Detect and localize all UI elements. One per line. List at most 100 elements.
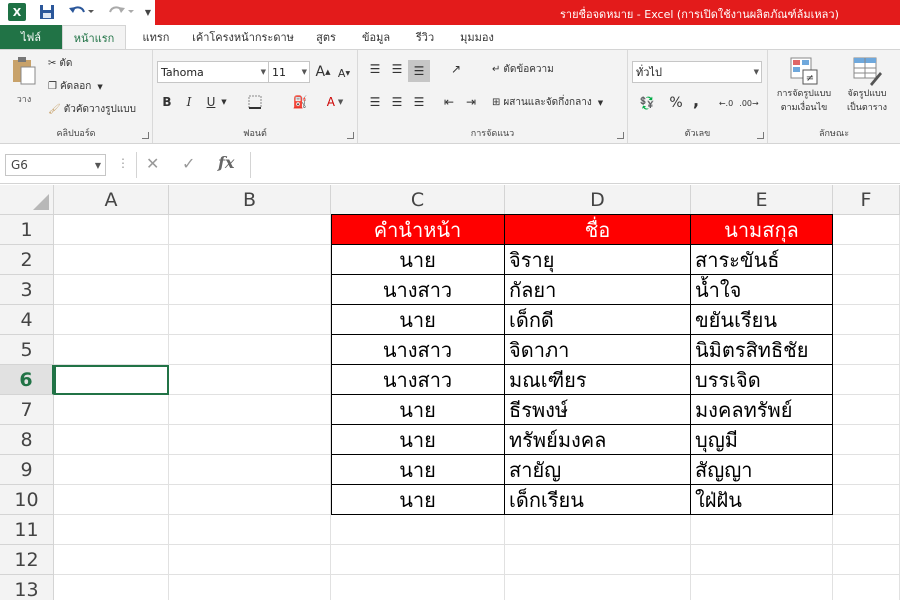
merge-center-button[interactable]: ⊞ ผสานและจัดกึ่งกลาง ▼ [492,95,603,110]
clipboard-launcher-icon[interactable] [142,132,149,139]
bold-button[interactable]: B [159,92,175,112]
font-size-select[interactable]: 11 ▼ [268,61,310,83]
font-color-button[interactable]: A ▼ [323,92,347,112]
align-middle-icon[interactable]: ☰ [388,60,406,78]
table-cell[interactable]: นางสาว [331,335,505,365]
table-cell[interactable]: มณเฑียร [505,365,691,395]
underline-chevron-down-icon[interactable]: ▼ [219,92,229,112]
table-cell[interactable]: นางสาว [331,365,505,395]
row-header-11[interactable]: 11 [0,515,54,545]
column-header-e[interactable]: E [691,185,833,215]
table-cell[interactable]: น้ำใจ [691,275,833,305]
row-header-13[interactable]: 13 [0,575,54,600]
table-cell[interactable]: สัญญา [691,455,833,485]
font-launcher-icon[interactable] [347,132,354,139]
table-cell[interactable]: มงคลทรัพย์ [691,395,833,425]
table-cell[interactable]: นาย [331,395,505,425]
table-cell[interactable]: นาย [331,245,505,275]
copy-button[interactable]: ❐ คัดลอก ▼ [48,79,103,94]
tab-view[interactable]: มุมมอง [452,25,502,49]
row-header-5[interactable]: 5 [0,335,54,365]
table-cell[interactable]: จิรายุ [505,245,691,275]
insert-function-icon[interactable]: fx [218,153,234,172]
row-header-4[interactable]: 4 [0,305,54,335]
borders-button[interactable] [245,92,265,112]
column-header-f[interactable]: F [833,185,900,215]
customize-toolbar-chevron-icon[interactable]: ▼ [142,2,154,22]
table-cell[interactable]: จิดาภา [505,335,691,365]
conditional-formatting-button[interactable]: ≠ การจัดรูปแบบ ตามเงื่อนไข [772,56,836,114]
column-header-d[interactable]: D [505,185,691,215]
alignment-launcher-icon[interactable] [617,132,624,139]
table-cell[interactable]: นาย [331,485,505,515]
table-header-cell[interactable]: คำนำหน้า [331,215,505,245]
align-center-icon[interactable]: ☰ [388,93,406,111]
accounting-format-icon[interactable]: 💱 [634,93,660,113]
paste-button[interactable]: วาง [8,56,40,106]
italic-button[interactable]: I [181,92,197,112]
row-header-7[interactable]: 7 [0,395,54,425]
shrink-font-button[interactable]: A ▼ [336,64,352,82]
table-cell[interactable]: กัลยา [505,275,691,305]
number-format-select[interactable]: ทั่วไป ▼ [632,61,762,83]
cut-button[interactable]: ✂ ตัด [48,56,72,71]
row-header-3[interactable]: 3 [0,275,54,305]
table-header-cell[interactable]: ชื่อ [505,215,691,245]
table-cell[interactable]: นิมิตรสิทธิชัย [691,335,833,365]
table-cell[interactable]: สายัญ [505,455,691,485]
percent-style-button[interactable]: % [668,93,684,113]
tab-formulas[interactable]: สูตร [308,25,344,49]
tab-file[interactable]: ไฟล์ [0,25,62,49]
select-all-button[interactable] [0,185,54,215]
font-name-select[interactable]: Tahoma ▼ [157,61,269,83]
table-cell[interactable]: เด็กเรียน [505,485,691,515]
number-launcher-icon[interactable] [757,132,764,139]
table-cell[interactable]: ทรัพย์มงคล [505,425,691,455]
comma-style-button[interactable]: , [690,90,702,110]
row-header-1[interactable]: 1 [0,215,54,245]
tab-review[interactable]: รีวิว [408,25,442,49]
table-cell[interactable]: ขยันเรียน [691,305,833,335]
row-header-2[interactable]: 2 [0,245,54,275]
save-button[interactable] [36,2,58,22]
cancel-entry-icon[interactable]: ✕ [146,154,159,173]
column-header-b[interactable]: B [169,185,331,215]
table-cell[interactable]: บุญมี [691,425,833,455]
decrease-decimal-icon[interactable]: .00→ [738,93,760,113]
excel-app-icon[interactable]: X [6,2,28,22]
tab-data[interactable]: ข้อมูล [354,25,398,49]
table-cell[interactable]: นาย [331,425,505,455]
wrap-text-button[interactable]: ↵ ตัดข้อความ [492,62,554,77]
row-header-10[interactable]: 10 [0,485,54,515]
table-cell[interactable]: บรรเจิด [691,365,833,395]
increase-indent-icon[interactable]: ⇥ [462,93,480,111]
tab-home[interactable]: หน้าแรก [62,25,126,49]
format-as-table-button[interactable]: จัดรูปแบบ เป็นตาราง [838,56,896,114]
align-bottom-icon[interactable]: ☰ [408,60,430,82]
align-top-icon[interactable]: ☰ [366,60,384,78]
undo-button[interactable] [64,2,98,22]
table-header-cell[interactable]: นามสกุล [691,215,833,245]
table-cell[interactable]: ใฝ่ฝัน [691,485,833,515]
underline-button[interactable]: U [203,92,219,112]
column-header-c[interactable]: C [331,185,505,215]
confirm-entry-icon[interactable]: ✓ [182,154,195,173]
tab-page-layout[interactable]: เค้าโครงหน้ากระดาษ [188,25,298,49]
name-box[interactable]: G6 ▼ [5,154,106,176]
align-right-icon[interactable]: ☰ [410,93,428,111]
table-cell[interactable]: เด็กดี [505,305,691,335]
row-header-8[interactable]: 8 [0,425,54,455]
formula-input[interactable] [250,152,900,178]
table-cell[interactable]: สาระขันธ์ [691,245,833,275]
grow-font-button[interactable]: A ▲ [314,62,332,82]
fill-color-button[interactable]: ⛽ [288,92,312,112]
row-header-6[interactable]: 6 [0,365,54,395]
column-header-a[interactable]: A [54,185,169,215]
redo-button[interactable] [104,2,138,22]
table-cell[interactable]: นาย [331,455,505,485]
table-cell[interactable]: ธีรพงษ์ [505,395,691,425]
orientation-icon[interactable]: ↗ [442,60,470,78]
row-header-9[interactable]: 9 [0,455,54,485]
format-painter-button[interactable]: 🖌 ตัวคัดวางรูปแบบ [48,102,136,117]
table-cell[interactable]: นางสาว [331,275,505,305]
